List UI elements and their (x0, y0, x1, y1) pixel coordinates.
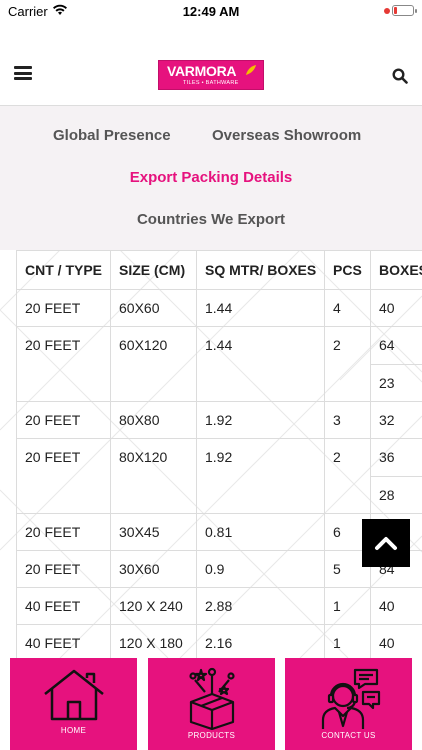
cell-sqm: 2.88 (196, 587, 325, 625)
cell-size: 30X45 (110, 513, 197, 551)
cell-boxes-value: 23 (371, 364, 422, 401)
cell-type: 40 FEET (16, 587, 111, 625)
sub-navigation: Global Presence Overseas Showroom Export… (0, 106, 422, 250)
column-header: BOXES (370, 250, 422, 290)
cell-type: 20 FEET (16, 438, 111, 514)
table-row: 20 FEET 60X120 1.44 2 64 23 (16, 326, 422, 402)
table-row: 20 FEET 60X60 1.44 4 40 (16, 289, 422, 327)
table-scroll-container[interactable]: CNT / TYPE SIZE (CM) SQ MTR/ BOXES PCS B… (16, 250, 422, 658)
cell-pcs: 2 (324, 326, 371, 402)
cell-size: 80X120 (110, 438, 197, 514)
menu-icon[interactable] (14, 66, 32, 80)
table-row: 40 FEET 120 X 180 2.16 1 40 (16, 624, 422, 658)
cell-sqm: 0.81 (196, 513, 325, 551)
cell-boxes-value: 64 (379, 337, 395, 353)
cell-boxes: 40 (370, 624, 422, 658)
cell-pcs: 2 (324, 438, 371, 514)
cell-type: 20 FEET (16, 326, 111, 402)
cell-pcs: 3 (324, 401, 371, 439)
column-header: SIZE (CM) (110, 250, 197, 290)
cell-sqm: 0.9 (196, 550, 325, 588)
search-icon[interactable] (392, 68, 408, 84)
cell-size: 120 X 180 (110, 624, 197, 658)
tab-products[interactable]: PRODUCTS (148, 658, 275, 750)
cell-pcs: 1 (324, 624, 371, 658)
table-row: 40 FEET 120 X 240 2.88 1 40 (16, 587, 422, 625)
cell-type: 20 FEET (16, 401, 111, 439)
house-icon (43, 669, 104, 721)
cell-type: 20 FEET (16, 513, 111, 551)
battery-icon (392, 5, 417, 16)
table-row: 20 FEET 80X120 1.92 2 36 28 (16, 438, 422, 514)
cell-size: 60X120 (110, 326, 197, 402)
cell-boxes: 40 (370, 587, 422, 625)
cell-pcs: 1 (324, 587, 371, 625)
cell-sqm: 1.92 (196, 438, 325, 514)
column-header: SQ MTR/ BOXES (196, 250, 325, 290)
status-time: 12:49 AM (182, 4, 240, 19)
brand-logo[interactable]: VARMORA TILES • BATHWARE (158, 60, 264, 90)
nav-countries-we-export[interactable]: Countries We Export (0, 211, 422, 228)
cell-type: 40 FEET (16, 624, 111, 658)
cell-size: 80X80 (110, 401, 197, 439)
chevron-up-icon (375, 537, 397, 550)
scroll-to-top-button[interactable] (362, 519, 410, 567)
cell-type: 20 FEET (16, 550, 111, 588)
app-header: VARMORA TILES • BATHWARE (0, 24, 422, 106)
table-row: 20 FEET 80X80 1.92 3 32 (16, 401, 422, 439)
cell-boxes: 32 (370, 401, 422, 439)
support-agent-icon (321, 668, 380, 729)
column-header: CNT / TYPE (16, 250, 111, 290)
table-header-row: CNT / TYPE SIZE (CM) SQ MTR/ BOXES PCS B… (16, 250, 422, 290)
bottom-tab-bar: HOME PRODUCTS CONTACT US (0, 658, 422, 750)
alarm-indicator-icon (384, 8, 390, 14)
column-header: PCS (324, 250, 371, 290)
cell-boxes: 36 28 (370, 438, 422, 514)
cell-pcs: 4 (324, 289, 371, 327)
logo-text: VARMORA (167, 63, 237, 79)
nav-export-packing-details[interactable]: Export Packing Details (0, 169, 422, 186)
nav-overseas-showroom[interactable]: Overseas Showroom (212, 127, 361, 144)
logo-tagline: TILES • BATHWARE (183, 80, 239, 86)
cell-sqm: 1.44 (196, 326, 325, 402)
status-bar: Carrier 12:49 AM (0, 0, 422, 24)
cell-sqm: 1.92 (196, 401, 325, 439)
tab-contact-label: CONTACT US (321, 731, 376, 740)
cell-boxes: 64 23 (370, 326, 422, 402)
cell-size: 120 X 240 (110, 587, 197, 625)
tab-home[interactable]: HOME (10, 658, 137, 750)
cell-boxes-value: 36 (379, 449, 395, 465)
tab-home-label: HOME (60, 726, 87, 735)
nav-global-presence[interactable]: Global Presence (53, 127, 171, 144)
cell-size: 30X60 (110, 550, 197, 588)
cell-sqm: 1.44 (196, 289, 325, 327)
logo-leaf-icon (246, 65, 256, 75)
cell-boxes-value: 28 (371, 476, 422, 513)
cell-type: 20 FEET (16, 289, 111, 327)
cell-boxes: 40 (370, 289, 422, 327)
gift-box-icon (188, 667, 235, 730)
tab-products-label: PRODUCTS (187, 731, 236, 740)
cell-size: 60X60 (110, 289, 197, 327)
packing-table-section: CNT / TYPE SIZE (CM) SQ MTR/ BOXES PCS B… (0, 250, 422, 658)
tab-contact-us[interactable]: CONTACT US (285, 658, 412, 750)
cell-sqm: 2.16 (196, 624, 325, 658)
packing-table: CNT / TYPE SIZE (CM) SQ MTR/ BOXES PCS B… (16, 250, 422, 658)
